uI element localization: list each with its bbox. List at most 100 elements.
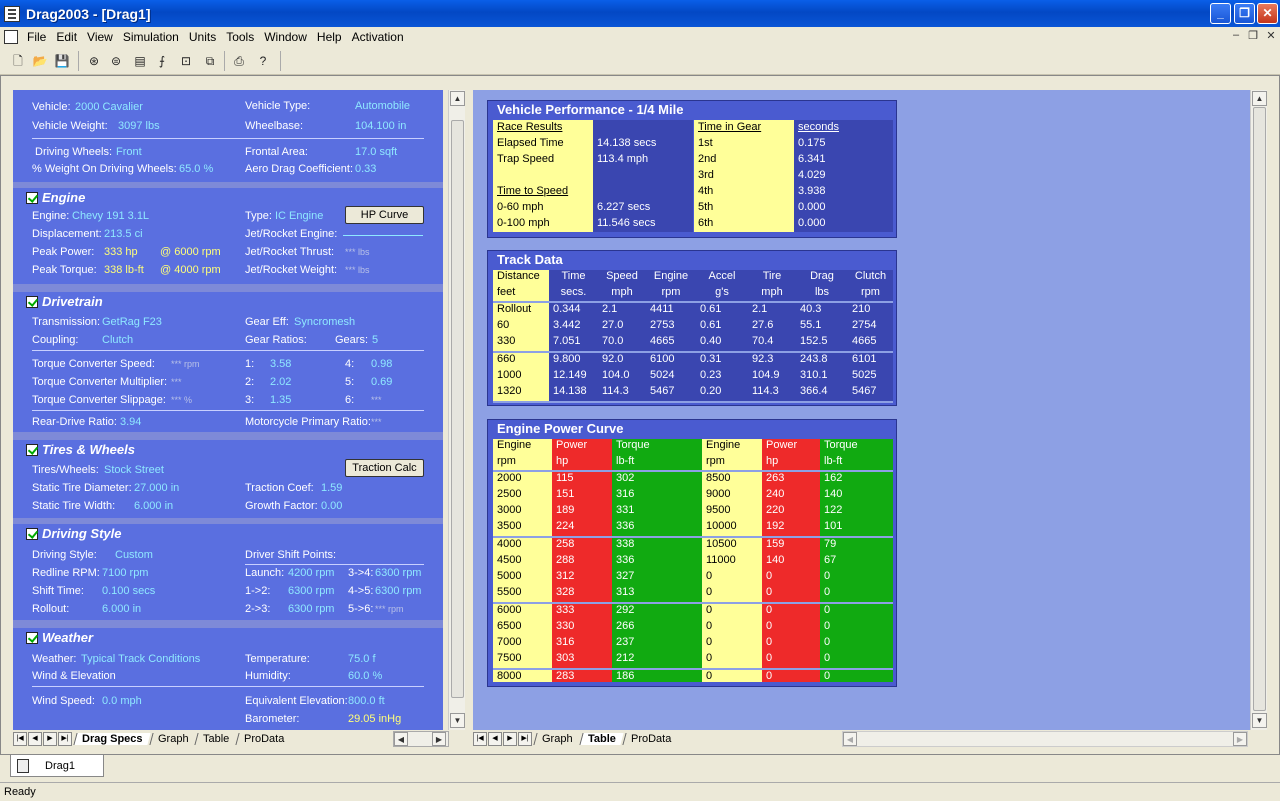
- weather-value[interactable]: Typical Track Conditions: [81, 653, 200, 665]
- tc-multiplier-value[interactable]: ***: [171, 377, 182, 387]
- pct-weight-value[interactable]: 65.0 %: [179, 163, 213, 175]
- shift-34-value[interactable]: 6300 rpm: [375, 567, 421, 579]
- mdi-minimize-icon[interactable]: –: [1228, 29, 1244, 41]
- run-simulation-icon[interactable]: ⊛: [86, 53, 102, 69]
- engine-type-value[interactable]: IC Engine: [275, 210, 323, 222]
- tires-checkbox[interactable]: [26, 443, 38, 456]
- redline-value[interactable]: 7100 rpm: [102, 567, 148, 579]
- launch-value[interactable]: 4200 rpm: [288, 567, 334, 579]
- menu-activation[interactable]: Activation: [347, 30, 409, 44]
- frontal-area-value[interactable]: 17.0 sqft: [355, 146, 397, 158]
- gear1-ratio[interactable]: 3.58: [270, 358, 291, 370]
- mdi-restore-icon[interactable]: ❐: [1245, 29, 1261, 42]
- growth-factor-value[interactable]: 0.00: [321, 500, 342, 512]
- scroll-thumb[interactable]: [451, 120, 464, 698]
- jet-thrust-value[interactable]: *** lbs: [345, 247, 370, 257]
- coupling-value[interactable]: Clutch: [102, 334, 133, 346]
- right-next-sheet-icon[interactable]: ▶: [503, 732, 517, 746]
- document-tab-drag1[interactable]: Drag1: [10, 755, 104, 777]
- wheelbase-value[interactable]: 104.100 in: [355, 120, 406, 132]
- drivetrain-checkbox[interactable]: [26, 295, 38, 308]
- gear6-ratio[interactable]: ***: [371, 395, 382, 405]
- right-last-sheet-icon[interactable]: ▶|: [518, 732, 532, 746]
- driving-style-header[interactable]: Driving Style: [26, 526, 121, 541]
- right-tab-graph[interactable]: Graph: [533, 733, 581, 745]
- minimize-button[interactable]: _: [1210, 3, 1231, 24]
- mdi-close-icon[interactable]: ✕: [1263, 29, 1279, 42]
- tire-diameter-value[interactable]: 27.000 in: [134, 482, 179, 494]
- scroll-up-icon[interactable]: ▲: [450, 91, 465, 106]
- temperature-value[interactable]: 75.0 f: [348, 653, 376, 665]
- gear5-ratio[interactable]: 0.69: [371, 376, 392, 388]
- units-icon[interactable]: ⨍: [154, 53, 170, 69]
- tab-drag-specs[interactable]: Drag Specs: [73, 733, 151, 745]
- run-pass-icon[interactable]: ⊜: [108, 53, 124, 69]
- right-scroll-down-icon[interactable]: ▼: [1252, 713, 1267, 728]
- shift-23-value[interactable]: 6300 rpm: [288, 603, 334, 615]
- menu-units[interactable]: Units: [184, 30, 221, 44]
- traction-coef-value[interactable]: 1.59: [321, 482, 342, 494]
- weight-value[interactable]: 3097 lbs: [118, 120, 160, 132]
- engine-checkbox[interactable]: [26, 191, 38, 204]
- aero-drag-value[interactable]: 0.33: [355, 163, 376, 175]
- moto-ratio-value[interactable]: ***: [371, 417, 382, 427]
- drivetrain-header[interactable]: Drivetrain: [26, 294, 103, 309]
- shift-56-value[interactable]: *** rpm: [375, 604, 404, 614]
- peak-torque-value[interactable]: 338 lb-ft: [104, 264, 144, 276]
- weather-header[interactable]: Weather: [26, 630, 93, 645]
- traction-calc-button[interactable]: Traction Calc: [345, 459, 424, 477]
- wind-speed-value[interactable]: 0.0 mph: [102, 695, 142, 707]
- menu-edit[interactable]: Edit: [51, 30, 82, 44]
- vehicle-type-value[interactable]: Automobile: [355, 100, 410, 112]
- tires-value[interactable]: Stock Street: [104, 464, 164, 476]
- zoom-icon[interactable]: ⊡: [178, 53, 194, 69]
- tab-table[interactable]: Table: [194, 733, 238, 745]
- gear2-ratio[interactable]: 2.02: [270, 376, 291, 388]
- peak-power-value[interactable]: 333 hp: [104, 246, 138, 258]
- tires-header[interactable]: Tires & Wheels: [26, 442, 135, 457]
- right-scroll-thumb[interactable]: [1253, 107, 1266, 711]
- right-scroll-right-icon[interactable]: ▶: [1233, 732, 1247, 746]
- tire-width-value[interactable]: 6.000 in: [134, 500, 173, 512]
- jet-weight-value[interactable]: *** lbs: [345, 265, 370, 275]
- calculator-icon[interactable]: ▤: [132, 53, 148, 69]
- maximize-button[interactable]: ❐: [1234, 3, 1255, 24]
- barometer-value[interactable]: 29.05 inHg: [348, 713, 401, 725]
- engine-value[interactable]: Chevy 191 3.1L: [72, 210, 149, 222]
- menu-window[interactable]: Window: [259, 30, 312, 44]
- gear3-ratio[interactable]: 1.35: [270, 394, 291, 406]
- save-icon[interactable]: 💾: [54, 53, 70, 69]
- menu-help[interactable]: Help: [312, 30, 347, 44]
- open-folder-icon[interactable]: 📂: [32, 53, 48, 69]
- first-sheet-icon[interactable]: |◀: [13, 732, 27, 746]
- vehicle-value[interactable]: 2000 Cavalier: [75, 101, 143, 113]
- scroll-right-icon[interactable]: ▶: [432, 732, 446, 746]
- doc-icon[interactable]: [4, 30, 18, 44]
- menu-simulation[interactable]: Simulation: [118, 30, 184, 44]
- scroll-down-icon[interactable]: ▼: [450, 713, 465, 728]
- compare-icon[interactable]: ⧉: [202, 53, 218, 69]
- tc-slippage-value[interactable]: *** %: [171, 395, 192, 405]
- driving-style-value[interactable]: Custom: [115, 549, 153, 561]
- new-file-icon[interactable]: 🗋: [10, 53, 26, 69]
- menu-view[interactable]: View: [82, 30, 118, 44]
- engine-header[interactable]: Engine: [26, 190, 85, 205]
- scroll-left-icon[interactable]: ◀: [394, 732, 408, 746]
- equiv-elevation-value[interactable]: 800.0 ft: [348, 695, 385, 707]
- gears-value[interactable]: 5: [372, 334, 378, 346]
- print-icon[interactable]: ⎙: [231, 53, 247, 69]
- shift-45-value[interactable]: 6300 rpm: [375, 585, 421, 597]
- close-button[interactable]: ✕: [1257, 3, 1278, 24]
- rollout-value[interactable]: 6.000 in: [102, 603, 141, 615]
- right-tab-prodata[interactable]: ProData: [621, 733, 679, 745]
- right-scroll-up-icon[interactable]: ▲: [1252, 91, 1267, 106]
- right-horizontal-scrollbar[interactable]: ◀ ▶: [842, 731, 1248, 747]
- right-tab-table[interactable]: Table: [578, 733, 624, 745]
- gear4-ratio[interactable]: 0.98: [371, 358, 392, 370]
- driving-style-checkbox[interactable]: [26, 527, 38, 540]
- last-sheet-icon[interactable]: ▶|: [58, 732, 72, 746]
- right-scroll-left-icon[interactable]: ◀: [843, 732, 857, 746]
- prev-sheet-icon[interactable]: ◀: [28, 732, 42, 746]
- right-prev-sheet-icon[interactable]: ◀: [488, 732, 502, 746]
- humidity-value[interactable]: 60.0 %: [348, 670, 382, 682]
